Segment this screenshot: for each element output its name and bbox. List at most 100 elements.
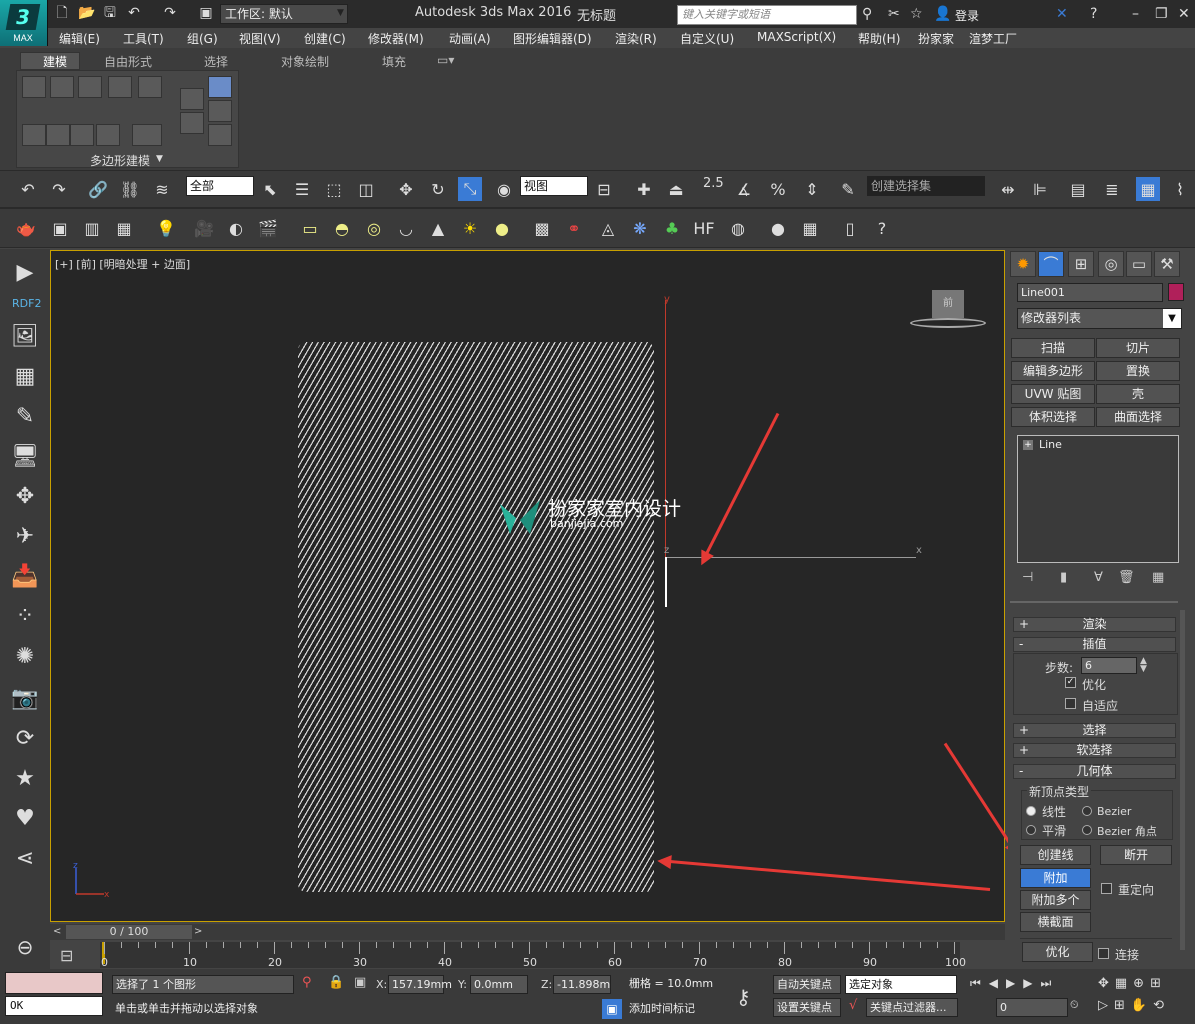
select-manipulate-icon[interactable]: ✚: [632, 177, 656, 201]
tools-icon[interactable]: ✂: [888, 6, 900, 22]
rollout-interpolation[interactable]: - 插值: [1013, 637, 1176, 652]
object-name-field[interactable]: Line001: [1017, 283, 1163, 302]
tab-object-paint[interactable]: 对象绘制: [281, 53, 329, 70]
bind-spacewarp-icon[interactable]: ≋: [150, 177, 174, 201]
optimize-checkbox[interactable]: ✓: [1065, 677, 1076, 688]
maxscript-output[interactable]: OK: [5, 996, 103, 1016]
tab-selection[interactable]: 选择: [204, 53, 228, 70]
zoom-controls[interactable]: ✥▦⊕⊞: [1098, 976, 1167, 991]
navigation-controls[interactable]: ▷⊞✋⟲: [1098, 998, 1170, 1013]
rollout-rendering[interactable]: + 渲染: [1013, 617, 1176, 632]
rollout-selection[interactable]: + 选择: [1013, 723, 1176, 738]
tab-freeform[interactable]: 自由形式: [104, 53, 152, 70]
menu-maxscript[interactable]: MAXScript(X): [757, 30, 836, 44]
set-key-button[interactable]: 设置关键点: [773, 998, 841, 1017]
menu-modifiers[interactable]: 修改器(M): [368, 30, 424, 47]
flake-icon[interactable]: ❋: [628, 216, 652, 240]
key-icon[interactable]: ⚷: [736, 985, 751, 1009]
camera-icon[interactable]: 📷: [10, 684, 40, 714]
sun-icon[interactable]: ✺: [10, 642, 40, 672]
make-unique-icon[interactable]: ∀: [1094, 570, 1103, 585]
binoculars-icon[interactable]: ⚲: [862, 6, 872, 22]
rollout-soft-selection[interactable]: + 软选择: [1013, 743, 1176, 758]
stack-down-icon[interactable]: [180, 112, 204, 134]
z-coordinate[interactable]: -11.898mm: [553, 975, 611, 994]
prev-frame-icon[interactable]: <: [53, 926, 61, 937]
dome-icon[interactable]: ◓: [330, 216, 354, 240]
clipboard-icon[interactable]: ▯: [838, 216, 862, 240]
display-tab-icon[interactable]: ▭: [1126, 251, 1152, 277]
connect-checkbox[interactable]: [1098, 948, 1109, 959]
time-tag-icon[interactable]: ▣: [602, 999, 622, 1019]
plane-icon[interactable]: ▭: [298, 216, 322, 240]
attach-multiple-button[interactable]: 附加多个: [1020, 890, 1091, 910]
toggle-ribbon-icon[interactable]: ▦: [1136, 177, 1160, 201]
viewport-label[interactable]: [+] [前] [明暗处理 + 边面]: [55, 256, 190, 272]
material-editor-icon[interactable]: ▥: [80, 216, 104, 240]
molecule-icon[interactable]: ⚭: [562, 216, 586, 240]
login-link[interactable]: 登录: [955, 7, 979, 24]
auto-key-button[interactable]: 自动关键点: [773, 975, 841, 994]
viewcube[interactable]: 前: [932, 290, 964, 318]
save-icon[interactable]: 🖫: [102, 5, 118, 21]
menu-create[interactable]: 创建(C): [304, 30, 346, 47]
rollout-geometry[interactable]: - 几何体: [1013, 764, 1176, 779]
menu-edit[interactable]: 编辑(E): [59, 30, 100, 47]
create-line-button[interactable]: 创建线: [1020, 845, 1091, 865]
reference-coordinate-dropdown[interactable]: 视图: [520, 176, 588, 196]
menu-customize[interactable]: 自定义(U): [680, 30, 734, 47]
configure-sets-icon[interactable]: ▦: [1152, 570, 1164, 585]
edit-poly-button[interactable]: 编辑多边形: [1011, 361, 1095, 381]
x-coordinate[interactable]: 157.19mm: [388, 975, 452, 994]
half-sphere-icon[interactable]: ◐: [224, 216, 248, 240]
modifier-list-dropdown[interactable]: 修改器列表: [1017, 308, 1182, 329]
apps-icon[interactable]: ⁘: [10, 602, 40, 632]
modify-mode-icon[interactable]: [22, 124, 46, 146]
sphere-light-icon[interactable]: ◎: [362, 216, 386, 240]
surface-select-button[interactable]: 曲面选择: [1096, 407, 1180, 427]
motion-tab-icon[interactable]: ◎: [1098, 251, 1124, 277]
pin-stack-icon[interactable]: ⊣: [1022, 570, 1033, 585]
cross-section-button[interactable]: 横截面: [1020, 912, 1091, 932]
help-circle-icon[interactable]: ?: [870, 216, 894, 240]
edge-mode-icon[interactable]: [50, 76, 74, 98]
inbox-icon[interactable]: 📥: [10, 562, 40, 592]
isolate-icon[interactable]: ⚲: [302, 975, 312, 990]
light-lister-icon[interactable]: 💡: [154, 216, 178, 240]
menu-views[interactable]: 视图(V): [239, 30, 281, 47]
minimize-icon[interactable]: –: [1132, 6, 1139, 22]
linear-radio[interactable]: [1026, 806, 1036, 816]
mirror-icon[interactable]: ⇹: [996, 177, 1020, 201]
polygon-modeling-label[interactable]: 多边形建模: [90, 152, 150, 169]
smooth-radio[interactable]: [1026, 825, 1036, 835]
pyramid-icon[interactable]: ◬: [596, 216, 620, 240]
restore-icon[interactable]: ❐: [1155, 6, 1168, 22]
redo-icon[interactable]: ↷: [162, 5, 178, 21]
monitor-icon[interactable]: 🖥: [10, 442, 40, 472]
bowl-icon[interactable]: ◡: [394, 216, 418, 240]
select-object-icon[interactable]: ⬉: [258, 177, 282, 201]
utilities-tab-icon[interactable]: ⚒: [1154, 251, 1180, 277]
image-icon[interactable]: 🖼: [10, 322, 40, 352]
bezier-radio[interactable]: [1082, 806, 1092, 816]
curve-editor-icon[interactable]: ⌇: [1168, 177, 1192, 201]
share-icon[interactable]: ⋖: [10, 844, 40, 874]
absolute-mode-icon[interactable]: ▣: [354, 975, 366, 990]
texture-icon[interactable]: ◍: [726, 216, 750, 240]
key-mode-dropdown[interactable]: 选定对象: [845, 975, 957, 994]
current-frame-field[interactable]: 0: [996, 998, 1068, 1017]
select-by-name-icon[interactable]: ☰: [290, 177, 314, 201]
break-button[interactable]: 断开: [1100, 845, 1172, 865]
exchange-icon[interactable]: ✕: [1056, 6, 1068, 22]
grid-icon[interactable]: ▦: [10, 362, 40, 392]
refine-button[interactable]: 优化: [1022, 942, 1093, 962]
pin-stack-icon[interactable]: [208, 100, 232, 122]
app-logo-button[interactable]: 3 MAX: [0, 0, 48, 46]
menu-tools[interactable]: 工具(T): [123, 30, 164, 47]
pivot-center-icon[interactable]: ⊟: [592, 177, 616, 201]
time-slider[interactable]: 0 / 100: [66, 925, 192, 939]
heart-icon[interactable]: ♥: [10, 804, 40, 834]
project-folder-icon[interactable]: ▣: [198, 5, 214, 21]
modify-tab-icon[interactable]: ⌒: [1038, 251, 1064, 277]
key-filters-button[interactable]: 关键点过滤器...: [866, 998, 958, 1017]
